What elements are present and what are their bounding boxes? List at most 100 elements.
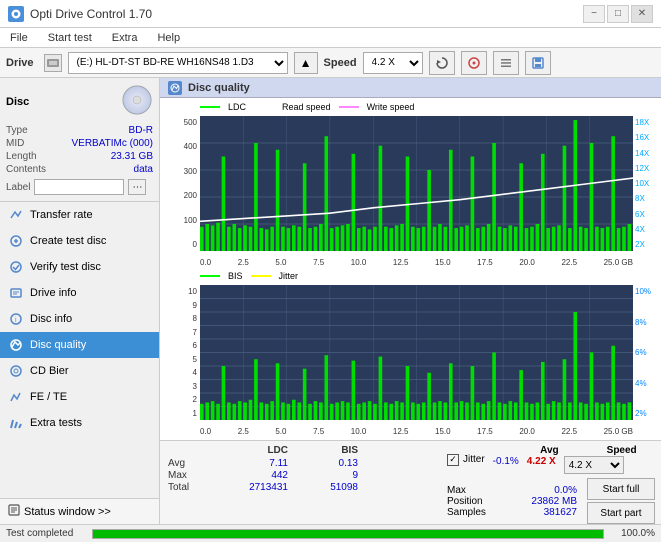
disc-visual [121,84,153,119]
eject-button[interactable]: ▲ [294,52,318,74]
label-input[interactable] [34,179,124,195]
start-full-button[interactable]: Start full [587,478,655,500]
bis-chart-bg [200,285,633,420]
sidebar-item-create-test-disc[interactable]: Create test disc [0,228,159,254]
speed-select-stats[interactable]: 4.2 X [564,456,624,474]
disc-quality-section-icon [168,81,182,95]
progress-track [92,529,604,539]
create-test-disc-icon [8,233,24,249]
disc-info-label: Disc info [30,313,72,325]
stats-area: LDC BIS Avg 7.11 0.13 Max 442 9 Total [160,440,661,524]
ldc-yaxis-left: 500 400 300 200 100 0 [164,118,200,249]
fe-te-icon [8,389,24,405]
progress-percent: 100.0% [610,528,655,539]
drivebar: Drive (E:) HL-DT-ST BD-RE WH16NS48 1.D3 … [0,48,661,78]
stats-header-row: LDC BIS [168,445,433,456]
bis-chart-svg [200,285,633,420]
sidebar-item-fe-te[interactable]: FE / TE [0,384,159,410]
total-ldc: 2713431 [218,482,288,493]
disc-quality-title: Disc quality [188,82,250,94]
window-title: Opti Drive Control 1.70 [30,7,583,21]
jitter-label-text: Jitter [463,454,485,465]
minimize-button[interactable]: − [583,5,605,23]
ldc-label: LDC [228,102,246,112]
mid-value: VERBATIMc (000) [72,138,154,149]
menubar: File Start test Extra Help [0,28,661,48]
speed-value: 4.22 X [527,456,556,474]
titlebar: Opti Drive Control 1.70 − □ ✕ [0,0,661,28]
jitter-legend-color [251,275,271,277]
ldc-yaxis-right: 18X 16X 14X 12X 10X 8X 6X 4X 2X [633,118,657,249]
maximize-button[interactable]: □ [607,5,629,23]
bis-label: BIS [228,271,243,281]
drive-select[interactable]: (E:) HL-DT-ST BD-RE WH16NS48 1.D3 [68,52,288,74]
status-window-label: Status window >> [24,506,111,518]
position-value: 23862 MB [531,496,577,507]
disc-quality-icon [8,337,24,353]
menu-start-test[interactable]: Start test [44,30,96,46]
ldc-col-header: LDC [218,445,288,456]
drive-icon [44,54,62,72]
status-window-button[interactable]: Status window >> [0,498,159,524]
bis-chart-wrapper: 10 9 8 7 6 5 4 3 2 1 10% 8% 6% 4% [164,271,657,436]
close-button[interactable]: ✕ [631,5,653,23]
app-icon [8,6,24,22]
max-jitter: 0.0% [554,485,577,496]
jitter-label: Jitter [279,271,299,281]
menu-file[interactable]: File [6,30,32,46]
mid-label: MID [6,138,24,149]
disc-quality-header: Disc quality [160,78,661,98]
jitter-row: ✓ Jitter Avg Speed -0.1% 4.22 X [447,445,655,474]
write-speed-color [339,106,359,108]
disc-info-icon: i [8,311,24,327]
stats-top: LDC BIS Avg 7.11 0.13 Max 442 9 Total [160,441,661,528]
label-browse-button[interactable]: ⋯ [128,179,146,195]
sidebar-item-disc-quality[interactable]: Disc quality [0,332,159,358]
ldc-chart-bg [200,116,633,251]
sidebar-item-cd-bier[interactable]: CD Bier [0,358,159,384]
charts-container: 500 400 300 200 100 0 18X 16X 14X 12X 10… [160,98,661,440]
save-button[interactable] [525,51,551,75]
sidebar-item-extra-tests[interactable]: Extra tests [0,410,159,436]
settings-button[interactable] [493,51,519,75]
read-speed-label: Read speed [282,102,331,112]
samples-value: 381627 [544,507,577,518]
status-window-icon [8,504,20,519]
type-value: BD-R [129,125,153,136]
ldc-legend-color [200,106,220,108]
position-label: Position [447,496,483,507]
fe-te-label: FE / TE [30,391,67,403]
max-row: Max 442 9 [168,470,433,481]
bis-legend: BIS Jitter [200,271,298,281]
sidebar: Disc Type BD-R MID V [0,78,160,524]
position-row: Max 0.0% Position 23862 MB Samples 38162… [447,478,655,524]
disc-button[interactable] [461,51,487,75]
bis-col-header: BIS [288,445,358,456]
bis-yaxis-left: 10 9 8 7 6 5 4 3 2 1 [164,287,200,418]
create-test-disc-label: Create test disc [30,235,106,247]
extra-tests-label: Extra tests [30,417,82,429]
status-text: Test completed [6,528,86,539]
window-controls: − □ ✕ [583,5,653,23]
disc-section-title: Disc [6,96,29,108]
sidebar-item-transfer-rate[interactable]: Transfer rate [0,202,159,228]
drive-label: Drive [6,57,34,69]
bis-xaxis: 0.0 2.5 5.0 7.5 10.0 12.5 15.0 17.5 20.0… [200,426,633,436]
sidebar-item-drive-info[interactable]: Drive info [0,280,159,306]
menu-help[interactable]: Help [153,30,184,46]
disc-quality-label: Disc quality [30,339,86,351]
contents-value: data [134,164,153,175]
avg-row: Avg 7.11 0.13 [168,458,433,469]
refresh-button[interactable] [429,51,455,75]
disc-info-panel: Disc Type BD-R MID V [0,78,159,202]
sidebar-item-disc-info[interactable]: i Disc info [0,306,159,332]
menu-extra[interactable]: Extra [108,30,142,46]
drive-info-icon [8,285,24,301]
verify-test-disc-label: Verify test disc [30,261,101,273]
speed-select[interactable]: 4.2 X [363,52,423,74]
jitter-checkbox[interactable]: ✓ [447,454,459,466]
svg-text:i: i [15,317,17,324]
sidebar-item-verify-test-disc[interactable]: Verify test disc [0,254,159,280]
write-speed-label: Write speed [367,102,415,112]
start-part-button[interactable]: Start part [587,502,655,524]
